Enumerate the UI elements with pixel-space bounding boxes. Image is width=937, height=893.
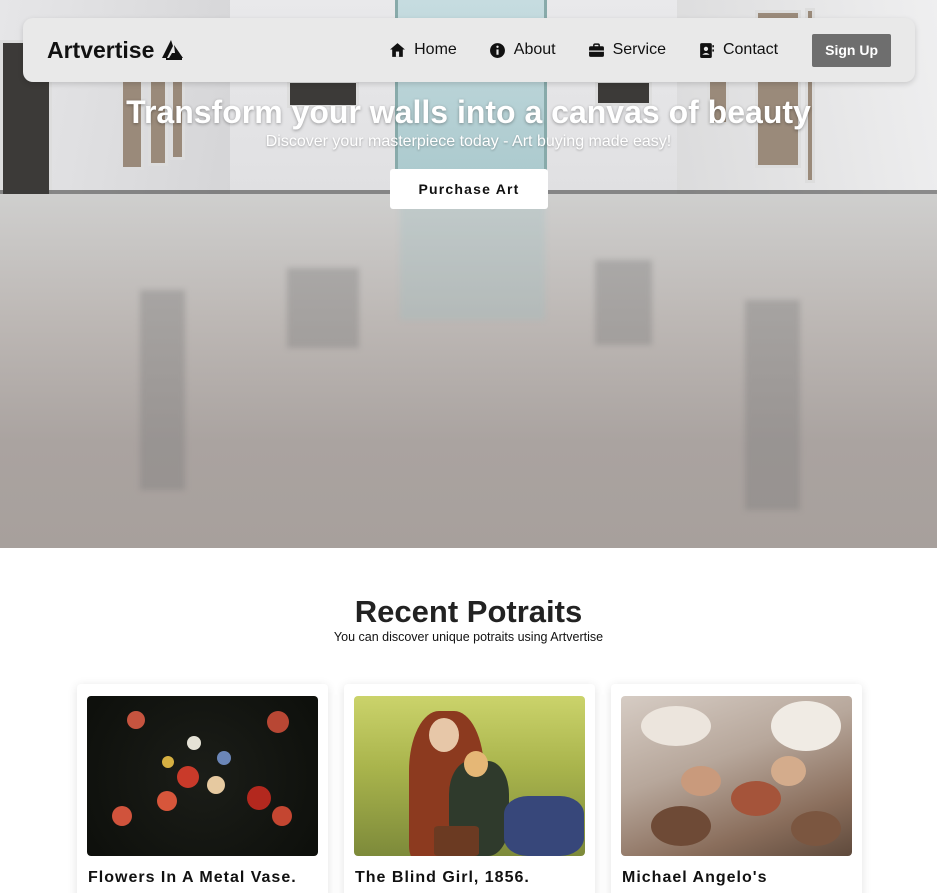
portrait-caption: Michael Angelo's bbox=[622, 869, 768, 886]
portrait-card[interactable]: Michael Angelo's bbox=[611, 684, 862, 893]
hero-title: Transform your walls into a canvas of be… bbox=[126, 94, 811, 130]
contact-card-icon bbox=[700, 42, 714, 58]
nav-about[interactable]: About bbox=[489, 41, 556, 59]
nav-service[interactable]: Service bbox=[588, 41, 666, 59]
floor-reflection bbox=[287, 268, 359, 348]
navbar: Artvertise Home About Service Contact Si… bbox=[23, 18, 915, 82]
hero-subtitle: Discover your masterpiece today - Art bu… bbox=[265, 133, 672, 150]
brand-logo[interactable]: Artvertise bbox=[47, 37, 184, 64]
brand-name: Artvertise bbox=[47, 36, 155, 63]
floor-reflection bbox=[595, 260, 652, 345]
briefcase-icon bbox=[588, 42, 604, 57]
section-subtitle: You can discover unique potraits using A… bbox=[333, 630, 604, 644]
portrait-card[interactable]: Flowers In A Metal Vase. bbox=[77, 684, 328, 893]
portrait-caption: Flowers In A Metal Vase. bbox=[88, 869, 297, 886]
floor-reflection bbox=[745, 300, 800, 510]
nav-about-label: About bbox=[513, 41, 556, 58]
hero-text: Transform your walls into a canvas of be… bbox=[0, 94, 937, 151]
portrait-image bbox=[354, 696, 585, 856]
floor-reflection bbox=[400, 200, 545, 320]
hero-banner: Artvertise Home About Service Contact Si… bbox=[0, 0, 937, 548]
portrait-card[interactable]: The Blind Girl, 1856. bbox=[344, 684, 595, 893]
info-icon bbox=[489, 42, 505, 58]
home-icon bbox=[390, 42, 406, 57]
section-title: Recent Potraits bbox=[354, 594, 583, 629]
nav-home[interactable]: Home bbox=[389, 41, 457, 59]
artvertise-logo-icon bbox=[162, 40, 184, 60]
purchase-art-button[interactable]: Purchase Art bbox=[390, 169, 548, 209]
nav-contact-label: Contact bbox=[722, 41, 779, 58]
portrait-image bbox=[87, 696, 318, 856]
portrait-image bbox=[621, 696, 852, 856]
floor-reflection bbox=[140, 290, 185, 490]
nav-links: Home About Service Contact Sign Up bbox=[389, 33, 891, 67]
portrait-caption: The Blind Girl, 1856. bbox=[355, 869, 530, 886]
nav-service-label: Service bbox=[612, 41, 666, 58]
nav-contact[interactable]: Contact bbox=[698, 41, 778, 59]
nav-home-label: Home bbox=[414, 41, 457, 58]
signup-button[interactable]: Sign Up bbox=[812, 33, 891, 67]
